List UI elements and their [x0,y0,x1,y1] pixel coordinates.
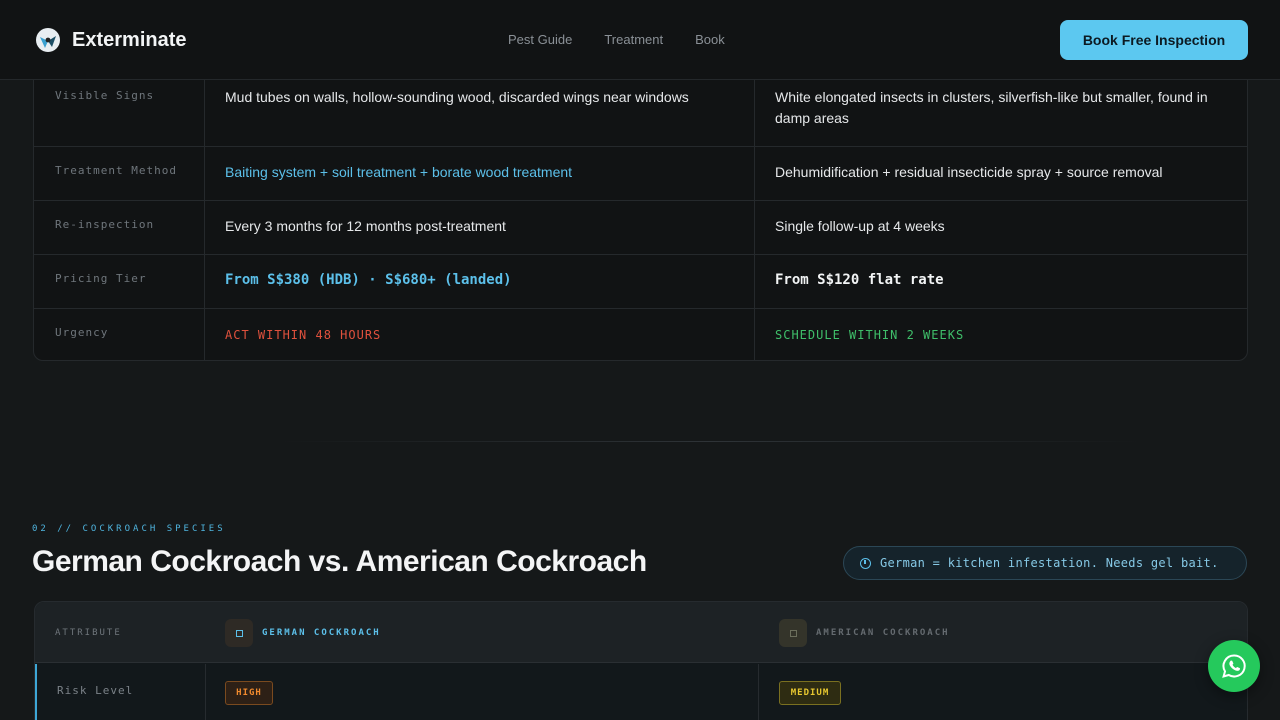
brand[interactable]: Exterminate [36,28,187,52]
whatsapp-button[interactable] [1208,640,1260,692]
cell-b: Dehumidification + residual insecticide … [775,164,1163,180]
cell-b: From S$120 flat rate [775,272,944,288]
header-american-label: AMERICAN COCKROACH [816,628,950,638]
cell-b: White elongated insects in clusters, sil… [775,89,1208,126]
table-row: Re-inspection Every 3 months for 12 mont… [34,201,1247,255]
nav-link-pest-guide[interactable]: Pest Guide [508,32,572,47]
header-attribute: ATTRIBUTE [55,628,122,638]
german-cockroach-icon [225,619,253,647]
cell-a: Every 3 months for 12 months post-treatm… [225,218,506,234]
urgency-a: ACT WITHIN 48 HOURS [225,328,382,342]
row-label: Pricing Tier [55,272,147,285]
table-header: ATTRIBUTE GERMAN COCKROACH AMERICAN COCK… [35,602,1247,663]
risk-badge-high: HIGH [225,681,273,705]
section-eyebrow: 02 // COCKROACH SPECIES [32,524,226,534]
row-label: Treatment Method [55,164,177,177]
header-col-german: GERMAN COCKROACH [225,619,381,647]
cell-b: Single follow-up at 4 weeks [775,218,945,234]
table-row: Treatment Method Baiting system + soil t… [34,147,1247,201]
table-row: Pricing Tier From S$380 (HDB) · S$680+ (… [34,255,1247,309]
american-cockroach-icon [779,619,807,647]
cell-a: From S$380 (HDB) · S$680+ (landed) [225,272,512,288]
row-label: Risk Level [57,684,134,697]
header-col-american: AMERICAN COCKROACH [779,619,950,647]
cockroach-comparison-table: ATTRIBUTE GERMAN COCKROACH AMERICAN COCK… [34,601,1248,720]
row-label: Visible Signs [55,89,155,102]
termite-comparison-table: Visible Signs Mud tubes on walls, hollow… [33,60,1248,361]
row-label: Urgency [55,326,109,339]
brand-name: Exterminate [72,28,187,51]
tip-text: German = kitchen infestation. Needs gel … [880,556,1219,570]
row-label: Re-inspection [55,218,155,231]
urgency-b: SCHEDULE WITHIN 2 WEEKS [775,328,965,342]
nav-link-book[interactable]: Book [695,32,725,47]
table-row: Risk Level HIGH MEDIUM [35,664,1247,720]
nav-links: Pest Guide Treatment Book [508,32,757,47]
nav-link-treatment[interactable]: Treatment [604,32,663,47]
cell-a: Mud tubes on walls, hollow-sounding wood… [225,89,689,105]
whatsapp-icon [1222,654,1246,678]
book-inspection-button[interactable]: Book Free Inspection [1060,20,1248,60]
info-icon [860,557,871,569]
risk-badge-medium: MEDIUM [779,681,841,705]
section-divider [280,441,1140,442]
table-row: Urgency ACT WITHIN 48 HOURS SCHEDULE WIT… [34,309,1247,360]
header-german-label: GERMAN COCKROACH [262,628,381,638]
top-nav: Exterminate Pest Guide Treatment Book Bo… [0,0,1280,80]
section-title: German Cockroach vs. American Cockroach [32,545,647,578]
tip-pill: German = kitchen infestation. Needs gel … [843,546,1247,580]
cell-a: Baiting system + soil treatment + borate… [225,164,573,180]
brand-logo-icon [36,28,60,52]
